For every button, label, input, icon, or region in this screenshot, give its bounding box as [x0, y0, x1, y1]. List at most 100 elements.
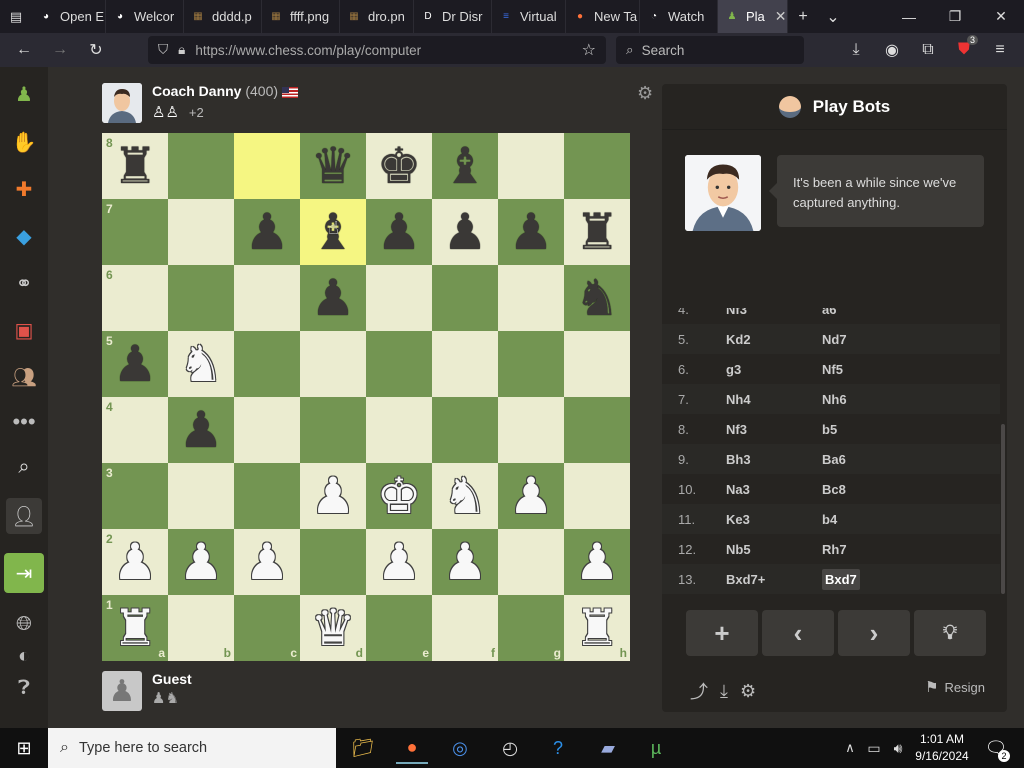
square-d4[interactable] [300, 397, 366, 463]
player-name[interactable]: Guest [152, 671, 192, 687]
black-pawn[interactable]: ♟ [300, 265, 366, 331]
tab-list-icon[interactable]: ▤ [0, 0, 32, 33]
restore-icon[interactable]: ❐ [932, 0, 978, 33]
help-app-icon[interactable]: ? [542, 732, 574, 764]
square-c5[interactable] [234, 331, 300, 397]
white-knight[interactable]: ♞ [168, 331, 234, 397]
news-icon[interactable]: ▣ [6, 312, 42, 348]
square-h7[interactable]: ♜ [564, 199, 630, 265]
settings-gear-icon[interactable]: ⚙ [740, 681, 756, 702]
square-c2[interactable]: ♟ [234, 529, 300, 595]
square-c8[interactable] [234, 133, 300, 199]
black-pawn[interactable]: ♟ [168, 397, 234, 463]
menu-icon[interactable]: ≡ [982, 33, 1018, 67]
black-move[interactable]: Nf5 [822, 362, 918, 377]
black-move[interactable]: Bc8 [822, 482, 918, 497]
square-g5[interactable] [498, 331, 564, 397]
square-d3[interactable]: ♟ [300, 463, 366, 529]
clock[interactable]: 1:01 AM 9/16/2024 [910, 731, 974, 765]
share-icon[interactable]: ⤴ [690, 678, 708, 704]
square-d5[interactable] [300, 331, 366, 397]
browser-tab[interactable]: ◕ Welcor [106, 0, 184, 33]
square-f7[interactable]: ♟ [432, 199, 498, 265]
square-f5[interactable] [432, 331, 498, 397]
white-move[interactable]: Kd2 [726, 332, 822, 347]
black-move[interactable]: Nd7 [822, 332, 918, 347]
square-a7[interactable]: 7 [102, 199, 168, 265]
guest-avatar-icon[interactable]: ♟ [102, 671, 142, 711]
square-b2[interactable]: ♟ [168, 529, 234, 595]
square-b4[interactable]: ♟ [168, 397, 234, 463]
windows-start-icon[interactable]: ⊞ [8, 732, 40, 764]
square-c7[interactable]: ♟ [234, 199, 300, 265]
square-c1[interactable]: c [234, 595, 300, 661]
browser-tab[interactable]: ▦ dro.pn [340, 0, 414, 33]
reload-icon[interactable]: ↻ [78, 33, 114, 67]
search-icon[interactable]: ⌕ [6, 449, 42, 485]
browser-tab[interactable]: ♟ Pla ✕ [718, 0, 788, 33]
square-e3[interactable]: ♚ [366, 463, 432, 529]
ublock-icon[interactable]: ⛊ 3 [946, 33, 982, 67]
browser-tab[interactable]: ● New Ta [566, 0, 640, 33]
square-e4[interactable] [366, 397, 432, 463]
square-e6[interactable] [366, 265, 432, 331]
sign-up-icon[interactable]: 👤︎ [6, 498, 42, 534]
square-d6[interactable]: ♟ [300, 265, 366, 331]
white-move[interactable]: g3 [726, 362, 822, 377]
white-knight[interactable]: ♞ [432, 463, 498, 529]
square-a8[interactable]: ♜ 8 [102, 133, 168, 199]
theme-contrast-icon[interactable]: ◐ [6, 638, 42, 674]
white-pawn[interactable]: ♟ [234, 529, 300, 595]
square-a6[interactable]: 6 [102, 265, 168, 331]
new-game-plus-button[interactable]: + [686, 610, 758, 656]
square-g8[interactable] [498, 133, 564, 199]
square-a1[interactable]: ♜ 1 a [102, 595, 168, 661]
square-h6[interactable]: ♞ [564, 265, 630, 331]
resign-button[interactable]: ⚑ Resign [925, 678, 985, 696]
analysis-binoculars-icon[interactable]: ⚭ [6, 265, 42, 301]
new-tab-icon[interactable]: + [788, 0, 818, 33]
browser-tab[interactable]: ▦ ffff.png [262, 0, 340, 33]
account-icon[interactable]: ◉ [874, 33, 910, 67]
black-queen[interactable]: ♛ [300, 133, 366, 199]
browser-tab[interactable]: ◔ Watch [640, 0, 718, 33]
black-pawn[interactable]: ♟ [234, 199, 300, 265]
white-move[interactable]: Ke3 [726, 512, 822, 527]
browser-tab[interactable]: ◕ Open E [32, 0, 106, 33]
black-bishop[interactable]: ♝ [432, 133, 498, 199]
white-pawn[interactable]: ♟ [168, 529, 234, 595]
download-pgn-icon[interactable]: ⤓ [720, 681, 728, 702]
download-icon[interactable]: ⤓ [838, 33, 874, 67]
notification-icon[interactable]: 🗨︎ 2 [980, 732, 1012, 764]
square-d1[interactable]: ♛ d [300, 595, 366, 661]
square-h8[interactable] [564, 133, 630, 199]
white-move[interactable]: Nf3 [726, 308, 822, 317]
hint-lightbulb-button[interactable]: 💡︎ [914, 610, 986, 656]
move-list-scrollbar[interactable] [1001, 424, 1005, 594]
chess-pawn-logo-icon[interactable]: ♟ [6, 76, 42, 112]
forward-icon[interactable]: → [42, 33, 78, 67]
firefox-icon[interactable]: ● [396, 732, 428, 764]
square-e7[interactable]: ♟ [366, 199, 432, 265]
black-king[interactable]: ♚ [366, 133, 432, 199]
browser-tab[interactable]: ▦ dddd.p [184, 0, 262, 33]
square-b5[interactable]: ♞ [168, 331, 234, 397]
square-a2[interactable]: ♟ 2 [102, 529, 168, 595]
square-f2[interactable]: ♟ [432, 529, 498, 595]
white-move[interactable]: Nf3 [726, 422, 822, 437]
square-f3[interactable]: ♞ [432, 463, 498, 529]
black-pawn[interactable]: ♟ [498, 199, 564, 265]
black-knight[interactable]: ♞ [564, 265, 630, 331]
black-move[interactable]: Nh6 [822, 392, 918, 407]
square-c4[interactable] [234, 397, 300, 463]
browser-tab[interactable]: ≡ Virtual [492, 0, 566, 33]
white-king[interactable]: ♚ [366, 463, 432, 529]
chrome-icon[interactable]: ◎ [444, 732, 476, 764]
square-e2[interactable]: ♟ [366, 529, 432, 595]
white-move[interactable]: Bxd7+ [726, 572, 822, 587]
square-h1[interactable]: ♜ h [564, 595, 630, 661]
square-g3[interactable]: ♟ [498, 463, 564, 529]
search-field[interactable]: ⌕ Search [616, 36, 804, 64]
black-move[interactable]: Ba6 [822, 452, 918, 467]
square-g2[interactable] [498, 529, 564, 595]
